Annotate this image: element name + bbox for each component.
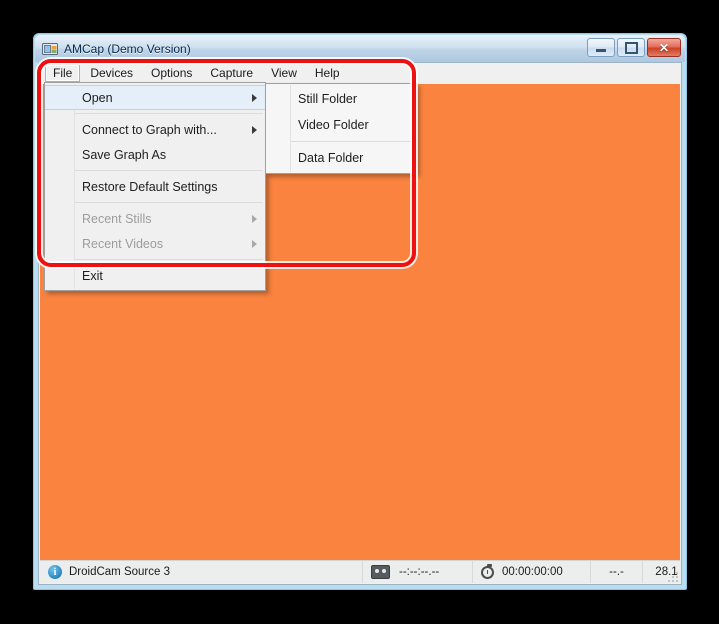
status-time-cell: 00:00:00:00 xyxy=(473,561,591,583)
stopwatch-icon xyxy=(481,563,494,579)
menu-separator xyxy=(75,259,263,260)
menu-bar: File Devices Options Capture View Help xyxy=(39,63,681,83)
open-submenu-item-still-folder[interactable]: Still Folder xyxy=(266,86,416,112)
chevron-right-icon xyxy=(252,93,257,102)
menu-separator xyxy=(75,202,263,203)
status-rate-cell: --.- xyxy=(591,561,643,583)
cassette-icon xyxy=(371,565,390,579)
menu-separator xyxy=(75,170,263,171)
menu-item-label: Connect to Graph with... xyxy=(82,122,217,137)
menu-separator xyxy=(75,113,263,114)
file-menu-item-connect-to-graph-with[interactable]: Connect to Graph with... xyxy=(45,117,265,142)
status-bar: i DroidCam Source 3 --:--:--.-- 00:00:00… xyxy=(40,560,680,583)
maximize-button[interactable] xyxy=(617,38,645,57)
window-title: AMCap (Demo Version) xyxy=(64,41,191,56)
menu-view[interactable]: View xyxy=(263,64,305,82)
window-controls: ✕ xyxy=(587,38,681,57)
menu-item-label: Open xyxy=(82,90,113,105)
chevron-right-icon xyxy=(252,214,257,223)
menu-item-label: Recent Stills xyxy=(82,211,152,226)
menu-help[interactable]: Help xyxy=(307,64,348,82)
menu-separator xyxy=(291,141,414,142)
close-button[interactable]: ✕ xyxy=(647,38,681,57)
file-menu-item-recent-videos: Recent Videos xyxy=(45,231,265,256)
status-frames-cell: --:--:--.-- xyxy=(363,561,473,583)
close-icon: ✕ xyxy=(658,40,670,55)
status-time-value: 00:00:00:00 xyxy=(502,566,563,578)
amcap-window: AMCap (Demo Version) ✕ File Devices Option… xyxy=(33,33,687,590)
menu-item-label: Still Folder xyxy=(298,92,358,106)
info-icon: i xyxy=(48,565,62,579)
title-bar[interactable]: AMCap (Demo Version) ✕ xyxy=(35,35,685,62)
menu-item-label: Recent Videos xyxy=(82,236,164,251)
status-source-label: DroidCam Source 3 xyxy=(69,566,170,578)
status-source-cell: i DroidCam Source 3 xyxy=(40,561,363,583)
menu-item-label: Save Graph As xyxy=(82,147,167,162)
minimize-button[interactable] xyxy=(587,38,615,57)
file-menu-item-open[interactable]: Open xyxy=(45,85,265,110)
menu-capture[interactable]: Capture xyxy=(202,64,261,82)
camera-icon xyxy=(42,41,58,57)
file-menu-item-exit[interactable]: Exit xyxy=(45,263,265,288)
menu-file[interactable]: File xyxy=(45,64,81,82)
menu-devices[interactable]: Devices xyxy=(82,64,141,82)
file-menu-item-save-graph-as[interactable]: Save Graph As xyxy=(45,142,265,167)
file-dropdown-menu: Open Connect to Graph with... Save Graph A… xyxy=(44,82,266,291)
menu-item-label: Exit xyxy=(82,268,103,283)
file-menu-item-restore-default-settings[interactable]: Restore Default Settings xyxy=(45,174,265,199)
client-area: File Devices Options Capture View Help i Droi… xyxy=(38,62,682,585)
open-submenu-item-video-folder[interactable]: Video Folder xyxy=(266,112,416,138)
status-rate-value: --.- xyxy=(609,566,624,578)
minimize-icon xyxy=(596,49,606,52)
menu-item-label: Data Folder xyxy=(298,151,364,165)
menu-item-label: Video Folder xyxy=(298,118,369,132)
menu-options[interactable]: Options xyxy=(143,64,200,82)
status-frames-value: --:--:--.-- xyxy=(399,566,440,578)
open-submenu: Still Folder Video Folder Data Folder xyxy=(265,83,417,174)
resize-grip-icon[interactable] xyxy=(665,569,678,582)
maximize-icon xyxy=(624,41,638,54)
open-submenu-item-data-folder[interactable]: Data Folder xyxy=(266,145,416,171)
file-menu-item-recent-stills: Recent Stills xyxy=(45,206,265,231)
chevron-right-icon xyxy=(252,239,257,248)
chevron-right-icon xyxy=(252,125,257,134)
menu-item-label: Restore Default Settings xyxy=(82,179,218,194)
